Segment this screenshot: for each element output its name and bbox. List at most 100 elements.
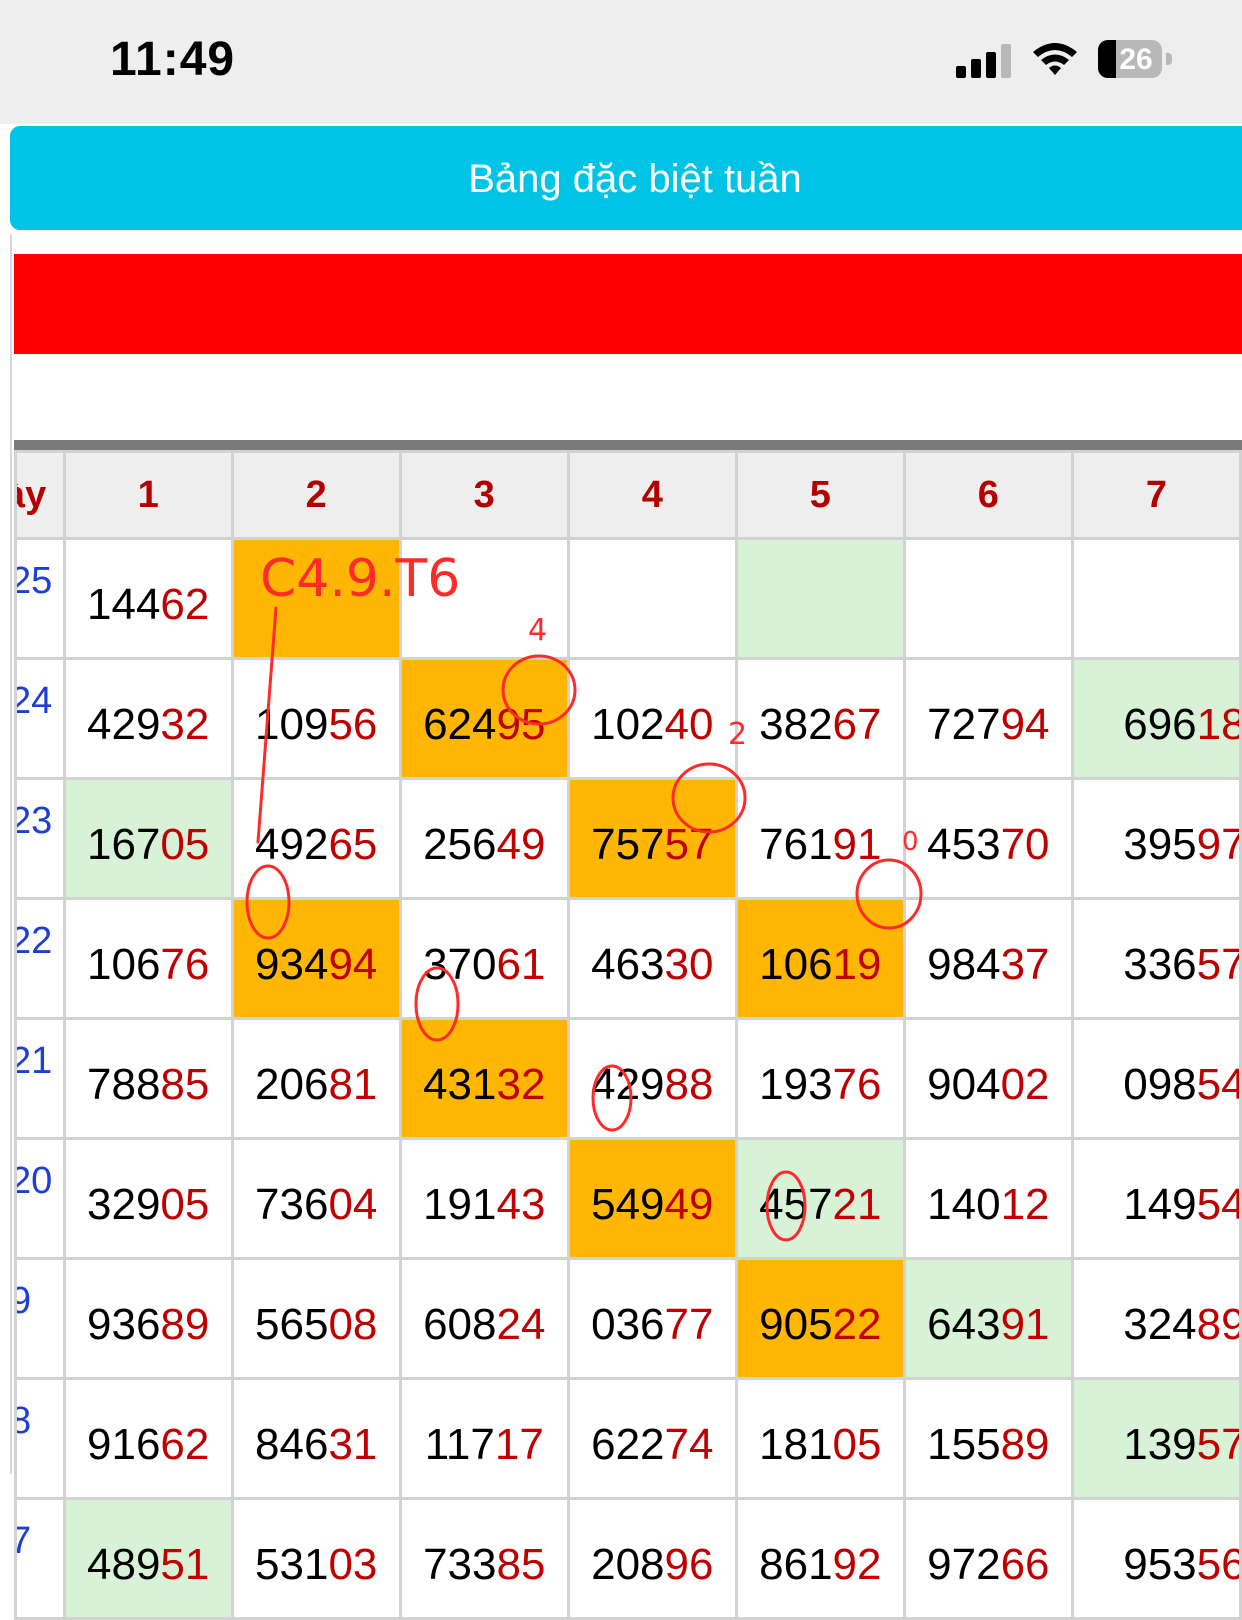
result-cell[interactable]: 64391 xyxy=(902,1257,1074,1380)
number-lead-digits: 149 xyxy=(1123,1179,1197,1229)
result-cell[interactable]: 03677 xyxy=(566,1257,738,1380)
result-cell[interactable]: 76191 xyxy=(734,777,906,900)
result-cell[interactable]: 10240 xyxy=(566,657,738,780)
result-cell[interactable]: 14954 xyxy=(1070,1137,1242,1260)
result-number: 69618 xyxy=(1123,699,1237,750)
weekly-special-table-button[interactable]: Bảng đặc biệt tuần xyxy=(10,126,1242,230)
number-lead-digits: 934 xyxy=(255,939,329,989)
result-cell[interactable]: 69618 xyxy=(1070,657,1242,780)
header-col-3: 3 xyxy=(398,450,570,540)
table-row: 8 91662 84631 11717 62274 18105 15589 13957 xyxy=(14,1377,1242,1500)
battery-level: 26 xyxy=(1119,43,1153,76)
result-number: 10619 xyxy=(759,940,881,990)
table-row: 23 16705 49265 25649 75757 76191 45370 39597 xyxy=(14,777,1242,900)
number-lead-digits: 208 xyxy=(591,1539,665,1589)
number-lead-digits: 140 xyxy=(927,1179,1001,1229)
number-tail-digits: 65 xyxy=(328,819,378,869)
result-number: 25649 xyxy=(423,820,545,870)
result-cell[interactable] xyxy=(734,537,906,660)
result-cell[interactable]: 48951 xyxy=(62,1497,234,1620)
number-lead-digits: 167 xyxy=(87,819,161,869)
result-cell[interactable]: 38267 xyxy=(734,657,906,780)
result-cell[interactable]: 16705 xyxy=(62,777,234,900)
number-lead-digits: 696 xyxy=(1123,699,1197,749)
result-cell[interactable]: 32489 xyxy=(1070,1257,1242,1380)
result-cell[interactable]: 90402 xyxy=(902,1017,1074,1140)
result-cell[interactable]: 19376 xyxy=(734,1017,906,1140)
result-cell[interactable]: 14012 xyxy=(902,1137,1074,1260)
result-cell[interactable]: 39597 xyxy=(1070,777,1242,900)
result-cell[interactable]: 91662 xyxy=(62,1377,234,1500)
number-lead-digits: 155 xyxy=(927,1419,1001,1469)
result-cell[interactable]: 54949 xyxy=(566,1137,738,1260)
number-lead-digits: 904 xyxy=(927,1059,1001,1109)
result-cell[interactable]: 98437 xyxy=(902,897,1074,1020)
result-cell[interactable]: 11717 xyxy=(398,1377,570,1500)
result-cell[interactable]: 60824 xyxy=(398,1257,570,1380)
number-tail-digits: 74 xyxy=(664,1419,714,1469)
number-lead-digits: 549 xyxy=(591,1179,665,1229)
number-tail-digits: 57 xyxy=(1196,1419,1238,1469)
result-cell[interactable] xyxy=(902,537,1074,660)
result-number: 86192 xyxy=(759,1540,881,1590)
result-cell[interactable]: 93494 xyxy=(230,897,402,1020)
number-lead-digits: 324 xyxy=(1123,1299,1197,1349)
result-cell[interactable]: 37061 xyxy=(398,897,570,1020)
result-cell[interactable]: 46330 xyxy=(566,897,738,1020)
result-cell[interactable] xyxy=(1070,537,1242,660)
result-cell[interactable]: 75757 xyxy=(566,777,738,900)
result-cell[interactable]: 09854 xyxy=(1070,1017,1242,1140)
result-cell[interactable]: 14462 xyxy=(62,537,234,660)
result-cell[interactable]: 20896 xyxy=(566,1497,738,1620)
result-cell[interactable]: 25649 xyxy=(398,777,570,900)
result-number: 10956 xyxy=(255,700,377,750)
result-cell[interactable]: 95356 xyxy=(1070,1497,1242,1620)
number-lead-digits: 463 xyxy=(591,939,665,989)
result-cell[interactable]: 45370 xyxy=(902,777,1074,900)
result-number: 60824 xyxy=(423,1300,545,1350)
result-cell[interactable]: 18105 xyxy=(734,1377,906,1500)
result-cell[interactable]: 15589 xyxy=(902,1377,1074,1500)
result-cell[interactable]: 73604 xyxy=(230,1137,402,1260)
result-cell[interactable]: 32905 xyxy=(62,1137,234,1260)
number-lead-digits: 565 xyxy=(255,1299,329,1349)
result-cell[interactable]: 53103 xyxy=(230,1497,402,1620)
result-cell[interactable]: 56508 xyxy=(230,1257,402,1380)
result-number: 62495 xyxy=(423,700,545,750)
number-lead-digits: 431 xyxy=(423,1059,497,1109)
signal-icon xyxy=(956,44,1011,78)
result-number: 38267 xyxy=(759,700,881,750)
result-cell[interactable] xyxy=(398,537,570,660)
result-cell[interactable]: 10619 xyxy=(734,897,906,1020)
result-cell[interactable]: 43132 xyxy=(398,1017,570,1140)
result-cell[interactable]: 84631 xyxy=(230,1377,402,1500)
result-cell[interactable]: 90522 xyxy=(734,1257,906,1380)
result-cell[interactable]: 86192 xyxy=(734,1497,906,1620)
result-cell[interactable]: 45721 xyxy=(734,1137,906,1260)
result-cell[interactable]: 93689 xyxy=(62,1257,234,1380)
number-lead-digits: 492 xyxy=(255,819,329,869)
number-tail-digits: 49 xyxy=(496,819,546,869)
result-cell[interactable]: 10956 xyxy=(230,657,402,780)
result-cell[interactable]: 73385 xyxy=(398,1497,570,1620)
result-cell[interactable]: 10676 xyxy=(62,897,234,1020)
result-cell[interactable] xyxy=(566,537,738,660)
result-number: 37061 xyxy=(423,940,545,990)
result-number: 33657 xyxy=(1123,940,1237,990)
result-cell[interactable]: 97266 xyxy=(902,1497,1074,1620)
result-cell[interactable]: 72794 xyxy=(902,657,1074,780)
number-lead-digits: 727 xyxy=(927,699,1001,749)
result-cell[interactable]: 33657 xyxy=(1070,897,1242,1020)
result-cell[interactable]: 20681 xyxy=(230,1017,402,1140)
result-cell[interactable]: 78885 xyxy=(62,1017,234,1140)
result-cell[interactable]: 19143 xyxy=(398,1137,570,1260)
number-tail-digits: 97 xyxy=(1196,819,1238,869)
result-cell[interactable]: 42988 xyxy=(566,1017,738,1140)
result-cell[interactable]: 62274 xyxy=(566,1377,738,1500)
result-cell[interactable]: 42932 xyxy=(62,657,234,780)
result-cell[interactable]: 13957 xyxy=(1070,1377,1242,1500)
result-number: 93494 xyxy=(255,940,377,990)
result-cell[interactable]: 49265 xyxy=(230,777,402,900)
result-cell[interactable]: 62495 xyxy=(398,657,570,780)
result-cell[interactable] xyxy=(230,537,402,660)
